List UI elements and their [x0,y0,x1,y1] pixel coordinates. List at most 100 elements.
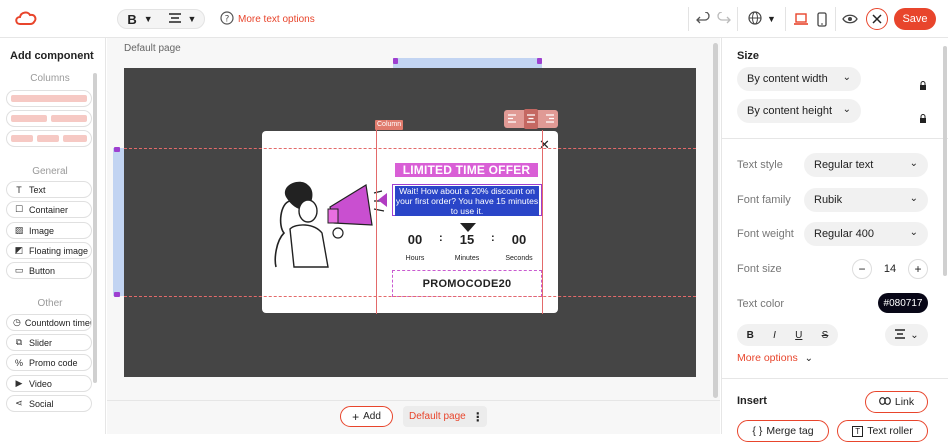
align-dropdown[interactable]: ▼ [164,10,200,28]
left-scrollbar[interactable] [93,73,97,383]
component-container[interactable]: ☐ Container [6,201,92,218]
page-selector[interactable]: Default page ⋮ [403,406,487,427]
text-color-label: Text color [737,298,785,310]
percent-tag-icon: % [14,357,23,368]
component-label: Video [29,378,52,389]
add-page-button[interactable]: + Add [340,406,393,427]
close-popup-icon[interactable]: ✕ [539,137,550,153]
increment-icon[interactable]: + [908,258,928,279]
font-family-select[interactable]: Rubik ⌄ [804,188,928,212]
redo-icon[interactable] [717,11,731,27]
more-text-options-button[interactable]: ? More text options [220,10,320,28]
help-circle-icon: ? [220,10,234,28]
component-video[interactable]: ▶ Video [6,375,92,392]
more-vertical-icon[interactable]: ⋮ [472,410,484,424]
section-selection-top [393,58,542,68]
promo-code-box[interactable]: PROMOCODE20 [392,270,542,297]
countdown-unit: Minutes [454,255,480,262]
merge-tag-button[interactable]: { } Merge tag [737,420,829,442]
chevron-down-icon: ▼ [187,14,197,24]
countdown-minutes[interactable]: 15 Minutes [446,228,488,264]
save-button[interactable]: Save [894,8,936,30]
close-editor-icon[interactable] [866,8,888,30]
canvas-page-label: Default page [124,43,181,54]
text-align-dropdown[interactable]: ⌄ [885,324,928,346]
font-weight-select[interactable]: Regular 400 ⌄ [804,222,928,246]
column-layout-2[interactable] [6,110,92,127]
top-toolbar: B ▼ ▼ ? More text options ▼ Save [0,0,948,38]
resize-handle[interactable] [114,292,120,297]
container-square-icon: ☐ [14,204,24,214]
bold-button[interactable]: B [747,330,754,341]
format-button-group: B I U S [737,324,838,346]
text-color-swatch[interactable]: #080717 [878,293,928,313]
countdown-hours[interactable]: 00 Hours [394,228,436,264]
alignment-toolbar [504,109,558,129]
font-weight-value: Regular 400 [814,228,874,240]
font-size-value[interactable]: 14 [884,263,896,275]
component-label: Image [29,225,55,236]
component-countdown[interactable]: ◷ Countdown timer [6,314,92,331]
align-center-icon[interactable] [523,109,538,129]
resize-handle[interactable] [114,147,120,152]
chevron-down-icon: ⌄ [909,227,918,238]
desktop-view-icon[interactable] [793,11,809,27]
text-roller-icon: T [852,425,864,437]
chevron-down-icon: ⌄ [842,72,851,83]
component-button[interactable]: ▭ Button [6,262,92,279]
font-family-label: Font family [737,194,791,206]
component-label: Slider [29,337,53,348]
countdown-seconds[interactable]: 00 Seconds [498,228,540,264]
headline[interactable]: LIMITED TIME OFFER [395,163,538,177]
canvas-bottom-divider [107,400,720,401]
component-social[interactable]: ⋖ Social [6,395,92,412]
resize-handle[interactable] [393,58,398,64]
font-size-stepper[interactable]: − 14 + [852,258,928,279]
right-scrollbar[interactable] [943,46,947,276]
column-tag[interactable]: Column [375,120,404,130]
component-promo-code[interactable]: % Promo code [6,354,92,371]
share-icon: ⋖ [15,398,23,408]
bold-dropdown[interactable]: B ▼ [124,10,156,28]
column-layout-3[interactable] [6,130,92,147]
text-roller-button[interactable]: T Text roller [837,420,928,442]
canvas-scrollbar[interactable] [713,43,718,398]
italic-button[interactable]: I [773,330,776,341]
insert-link-button[interactable]: Link [865,391,928,413]
width-select[interactable]: By content width ⌄ [737,67,861,91]
mobile-view-icon[interactable] [815,11,829,27]
more-options-label: More options [737,352,798,364]
component-floating-image[interactable]: ◩ Floating image [6,242,92,259]
height-select[interactable]: By content height ⌄ [737,99,861,123]
component-label: Countdown timer [24,317,92,328]
column-layout-1[interactable] [6,90,92,107]
decrement-icon[interactable]: − [852,258,872,279]
text-style-select[interactable]: Regular text ⌄ [804,153,928,177]
megaphone-illustration [270,171,386,274]
chevron-down-icon: ▼ [767,14,776,24]
component-label: Floating image [29,245,89,256]
popup-card[interactable]: ✕ LIMITED TIME OFFER Wait! How about a 2… [262,131,558,313]
font-weight-label: Font weight [737,228,794,240]
language-dropdown[interactable]: ▼ [745,10,779,28]
guide-line [124,296,696,297]
lock-icon[interactable] [919,110,927,128]
more-options-link[interactable]: More options ⌄ [737,352,813,364]
resize-handle[interactable] [537,58,542,64]
align-right-icon[interactable] [545,110,555,128]
component-image[interactable]: ▨ Image [6,222,92,239]
undo-icon[interactable] [696,11,710,27]
chevron-down-icon: ⌄ [909,193,918,204]
strikethrough-button[interactable]: S [822,330,829,341]
align-left-icon[interactable] [507,110,517,128]
link-label: Link [894,396,915,408]
lock-icon[interactable] [919,77,927,95]
slider-icon: ⧉ [15,337,23,347]
component-text[interactable]: T Text [6,181,92,198]
underline-button[interactable]: U [795,330,802,341]
general-heading: General [32,166,68,177]
text-roller-label: Text roller [867,425,913,437]
preview-eye-icon[interactable] [841,11,859,27]
body-text-block[interactable]: Wait! How about a 20% discount on your f… [392,184,542,216]
component-slider[interactable]: ⧉ Slider [6,334,92,351]
